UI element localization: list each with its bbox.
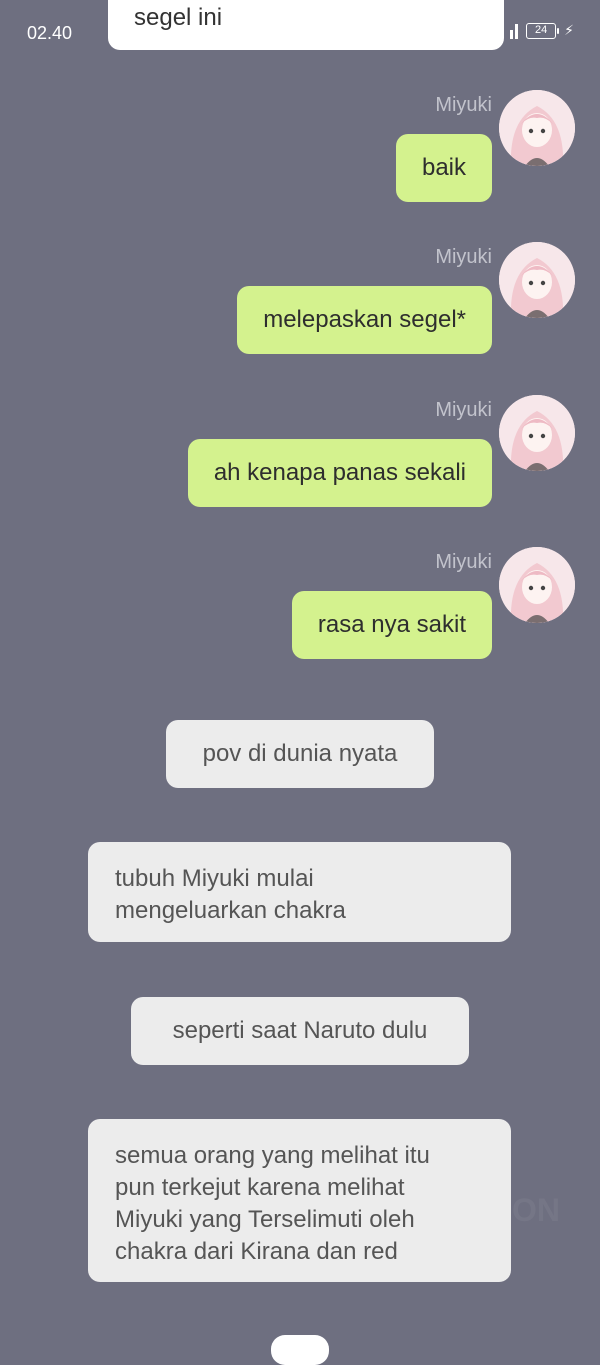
sent-message-bubble[interactable]: melepaskan segel*: [237, 286, 492, 354]
message-text: ah kenapa panas sekali: [213, 459, 466, 486]
message-text: rasa nya sakit: [317, 611, 466, 638]
narration-bubble[interactable]: semua orang yang melihat itu pun terkeju…: [88, 1119, 511, 1282]
sender-name: Miyuki: [435, 246, 492, 268]
narration-bubble[interactable]: seperti saat Naruto dulu: [131, 997, 469, 1065]
battery-icon: 24: [526, 22, 560, 39]
partial-message-text: segel ini: [134, 4, 223, 31]
anime-girl-avatar-icon: [499, 547, 575, 623]
narration-text: pov di dunia nyata: [202, 740, 398, 767]
anime-girl-avatar-icon: [499, 242, 575, 318]
anime-girl-avatar-icon: [499, 90, 575, 166]
sender-name: Miyuki: [435, 551, 492, 573]
narration-text: seperti saat Naruto dulu: [172, 1017, 428, 1044]
status-icons: 24 ⚡: [510, 22, 574, 39]
partial-bubble-bottom[interactable]: [271, 1335, 329, 1365]
message-text: baik: [421, 154, 466, 181]
avatar[interactable]: [499, 547, 575, 623]
battery-level: 24: [535, 23, 548, 36]
signal-icon: [510, 23, 522, 39]
anime-girl-avatar-icon: [499, 395, 575, 471]
narration-bubble[interactable]: pov di dunia nyata: [166, 720, 434, 788]
message-text: melepaskan segel*: [263, 306, 466, 333]
narration-line: chakra dari Kirana dan red: [115, 1238, 398, 1265]
avatar[interactable]: [499, 242, 575, 318]
narration-line: Miyuki yang Terselimuti oleh: [115, 1206, 415, 1233]
sent-message-bubble[interactable]: baik: [395, 134, 492, 202]
watermark: ON: [512, 1192, 560, 1228]
charging-bolt-icon: ⚡: [564, 22, 574, 38]
narration-line: semua orang yang melihat itu: [115, 1142, 430, 1169]
partial-message-bubble[interactable]: segel ini: [108, 0, 504, 50]
narration-line: tubuh Miyuki mulai: [115, 865, 314, 892]
sent-message-bubble[interactable]: ah kenapa panas sekali: [187, 439, 492, 507]
narration-bubble[interactable]: tubuh Miyuki mulai mengeluarkan chakra: [88, 842, 511, 942]
avatar[interactable]: [499, 395, 575, 471]
sender-name: Miyuki: [435, 399, 492, 421]
sent-message-bubble[interactable]: rasa nya sakit: [291, 591, 492, 659]
avatar[interactable]: [499, 90, 575, 166]
status-time: 02.40: [27, 23, 73, 43]
narration-line: pun terkejut karena melihat: [115, 1174, 405, 1201]
narration-line: mengeluarkan chakra: [115, 897, 346, 924]
sender-name: Miyuki: [435, 94, 492, 116]
